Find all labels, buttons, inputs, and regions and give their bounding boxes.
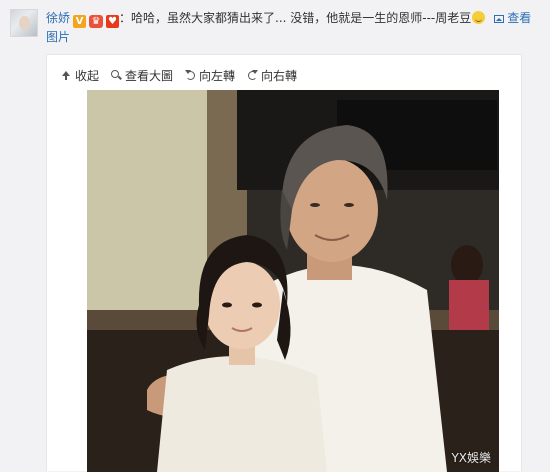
magnifier-icon	[111, 69, 122, 81]
rotate-right-label: 向右轉	[261, 68, 298, 83]
view-large-label: 查看大圖	[125, 68, 174, 83]
avatar-face	[19, 16, 30, 30]
rotate-right-icon	[247, 69, 259, 81]
avatar[interactable]	[10, 9, 38, 37]
collapse-arrow-icon	[61, 70, 72, 81]
image-toolbar: 收起 查看大圖 向左轉 向右轉	[61, 65, 309, 85]
photo-illustration	[87, 90, 499, 472]
picture-icon	[494, 15, 505, 23]
weibo-post: 徐娇 V ♛ ♥ ：哈哈，虽然大家都猜出来了... 没错，他就是一生的恩师---周老豆查…	[0, 0, 550, 472]
rotate-right-button[interactable]: 向右轉	[247, 67, 297, 84]
username-link[interactable]: 徐娇	[46, 11, 70, 25]
view-large-button[interactable]: 查看大圖	[111, 67, 173, 84]
collapse-label: 收起	[75, 68, 100, 83]
photo-watermark: YX娛樂	[451, 451, 491, 465]
rotate-left-label: 向左轉	[199, 68, 236, 83]
grin-emoji-icon	[472, 11, 486, 24]
crown-icon[interactable]: ♥	[106, 15, 120, 28]
vip-icon[interactable]: ♛	[89, 15, 104, 28]
rotate-left-button[interactable]: 向左轉	[185, 67, 235, 84]
v-badge-icon[interactable]: V	[73, 15, 87, 28]
rotate-left-icon	[185, 69, 196, 81]
post-photo[interactable]: YX娛樂	[87, 90, 499, 472]
collapse-button[interactable]: 收起	[61, 67, 99, 84]
image-expanded-card: 收起 查看大圖 向左轉 向右轉 YX娛樂	[46, 54, 522, 472]
post-text: 徐娇 V ♛ ♥ ：哈哈，虽然大家都猜出来了... 没错，他就是一生的恩师---周老豆查…	[46, 9, 542, 47]
post-body: ：哈哈，虽然大家都猜出来了... 没错，他就是一生的恩师---周老豆	[119, 11, 472, 25]
